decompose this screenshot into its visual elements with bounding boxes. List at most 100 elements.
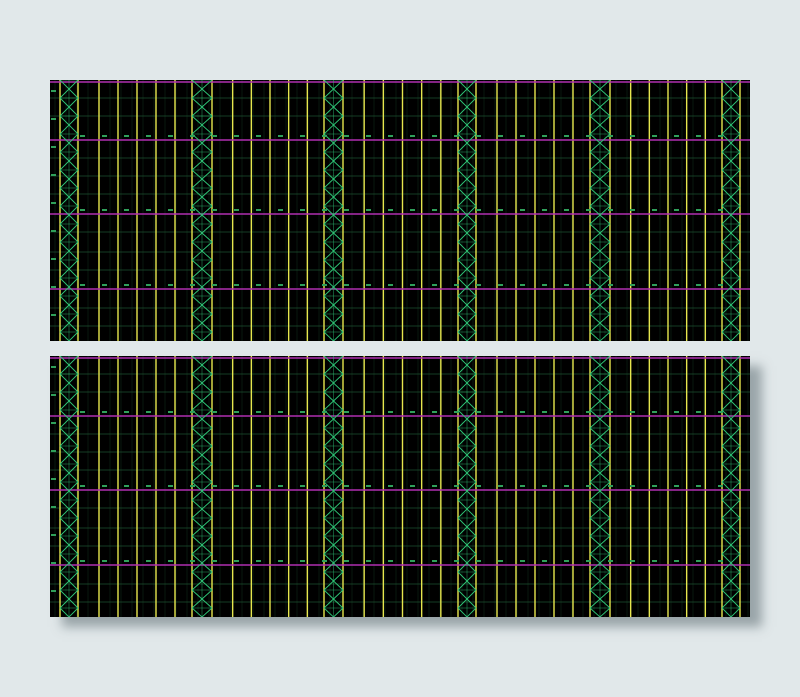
axis-label (51, 590, 56, 592)
member-label (212, 485, 217, 487)
member-label (124, 135, 129, 137)
member-label (476, 411, 481, 413)
member-label (432, 135, 437, 137)
axis-label (51, 450, 56, 452)
member-label (630, 135, 635, 137)
member-label (190, 135, 195, 137)
member-label (278, 209, 283, 211)
member-label (102, 560, 107, 562)
member-label (388, 485, 393, 487)
member-label (476, 284, 481, 286)
member-label (322, 135, 327, 137)
member-label (718, 560, 723, 562)
member-label (388, 284, 393, 286)
member-label (322, 411, 327, 413)
member-label (586, 560, 591, 562)
member-label (124, 411, 129, 413)
member-label (476, 135, 481, 137)
member-label (674, 209, 679, 211)
member-label (652, 560, 657, 562)
member-label (212, 284, 217, 286)
member-label (322, 284, 327, 286)
member-label (542, 560, 547, 562)
member-label (190, 284, 195, 286)
member-label (498, 284, 503, 286)
member-label (630, 411, 635, 413)
member-label (432, 560, 437, 562)
member-label (212, 411, 217, 413)
member-label (696, 485, 701, 487)
axis-label (51, 202, 56, 204)
member-label (102, 135, 107, 137)
member-label (388, 560, 393, 562)
member-label (322, 560, 327, 562)
member-label (520, 209, 525, 211)
member-label (520, 284, 525, 286)
member-label (410, 411, 415, 413)
member-label (410, 209, 415, 211)
member-label (168, 209, 173, 211)
member-label (102, 284, 107, 286)
axis-label (51, 146, 56, 148)
axis-label (51, 422, 56, 424)
member-label (586, 485, 591, 487)
member-label (586, 135, 591, 137)
member-label (124, 209, 129, 211)
member-label (520, 411, 525, 413)
member-label (696, 560, 701, 562)
member-label (696, 209, 701, 211)
member-label (718, 284, 723, 286)
member-label (520, 560, 525, 562)
member-label (630, 284, 635, 286)
member-label (498, 485, 503, 487)
member-label (278, 411, 283, 413)
member-label (608, 560, 613, 562)
member-label (102, 485, 107, 487)
drawing-panel-bottom (50, 356, 750, 617)
member-label (542, 209, 547, 211)
member-label (586, 411, 591, 413)
member-label (366, 284, 371, 286)
member-label (498, 135, 503, 137)
member-label (80, 485, 85, 487)
member-label (476, 485, 481, 487)
member-label (146, 284, 151, 286)
member-label (674, 485, 679, 487)
member-label (696, 135, 701, 137)
member-label (234, 209, 239, 211)
member-label (476, 560, 481, 562)
axis-label (51, 230, 56, 232)
member-label (102, 209, 107, 211)
member-label (608, 411, 613, 413)
member-label (410, 135, 415, 137)
member-label (124, 560, 129, 562)
axis-label (51, 314, 56, 316)
member-label (212, 560, 217, 562)
member-label (256, 411, 261, 413)
member-label (542, 485, 547, 487)
member-label (608, 209, 613, 211)
member-label (564, 135, 569, 137)
member-label (718, 485, 723, 487)
member-label (608, 485, 613, 487)
member-label (300, 209, 305, 211)
member-label (102, 411, 107, 413)
member-label (278, 485, 283, 487)
member-label (674, 411, 679, 413)
member-label (168, 135, 173, 137)
member-label (608, 284, 613, 286)
member-label (454, 485, 459, 487)
member-label (542, 135, 547, 137)
member-label (322, 485, 327, 487)
axis-label (51, 534, 56, 536)
member-label (80, 284, 85, 286)
member-label (432, 411, 437, 413)
member-label (630, 209, 635, 211)
member-label (300, 411, 305, 413)
member-label (498, 411, 503, 413)
member-label (234, 135, 239, 137)
member-label (168, 284, 173, 286)
member-label (344, 485, 349, 487)
member-label (344, 209, 349, 211)
member-label (630, 485, 635, 487)
